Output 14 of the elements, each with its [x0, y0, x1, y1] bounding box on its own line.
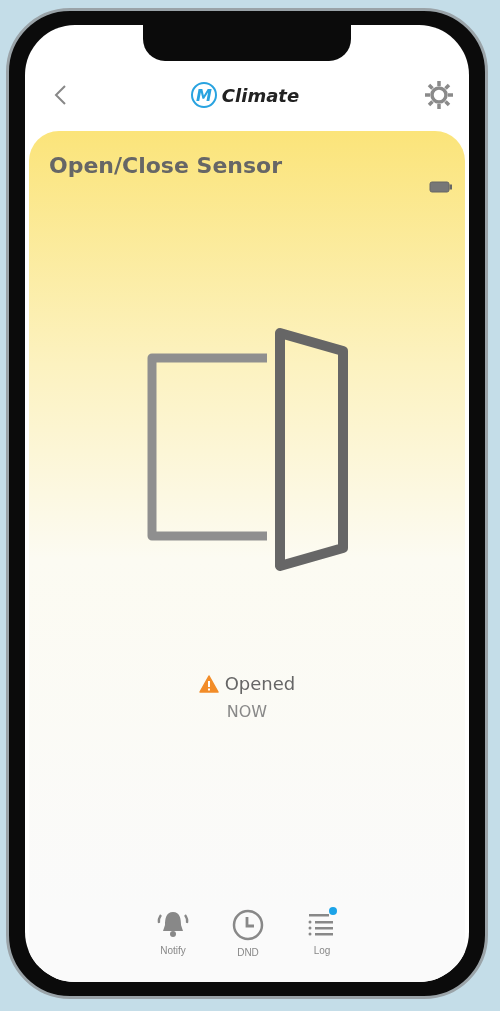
nav-button[interactable]: Notify	[156, 909, 190, 958]
back-button[interactable]	[53, 84, 67, 106]
warning-icon	[198, 674, 219, 693]
app-name: Climate	[221, 84, 300, 106]
logo-icon: M	[190, 82, 217, 108]
nav-button[interactable]: DND	[232, 909, 264, 958]
clock-icon	[232, 909, 264, 941]
nav-button[interactable]: Log	[306, 909, 338, 958]
settings-button[interactable]	[423, 79, 455, 111]
battery-icon	[429, 181, 453, 193]
bell-icon	[156, 909, 190, 939]
status-time: NOW	[226, 702, 268, 721]
status-label: Opened	[224, 673, 296, 694]
sensor-title: Open/Close Sensor	[49, 153, 283, 180]
